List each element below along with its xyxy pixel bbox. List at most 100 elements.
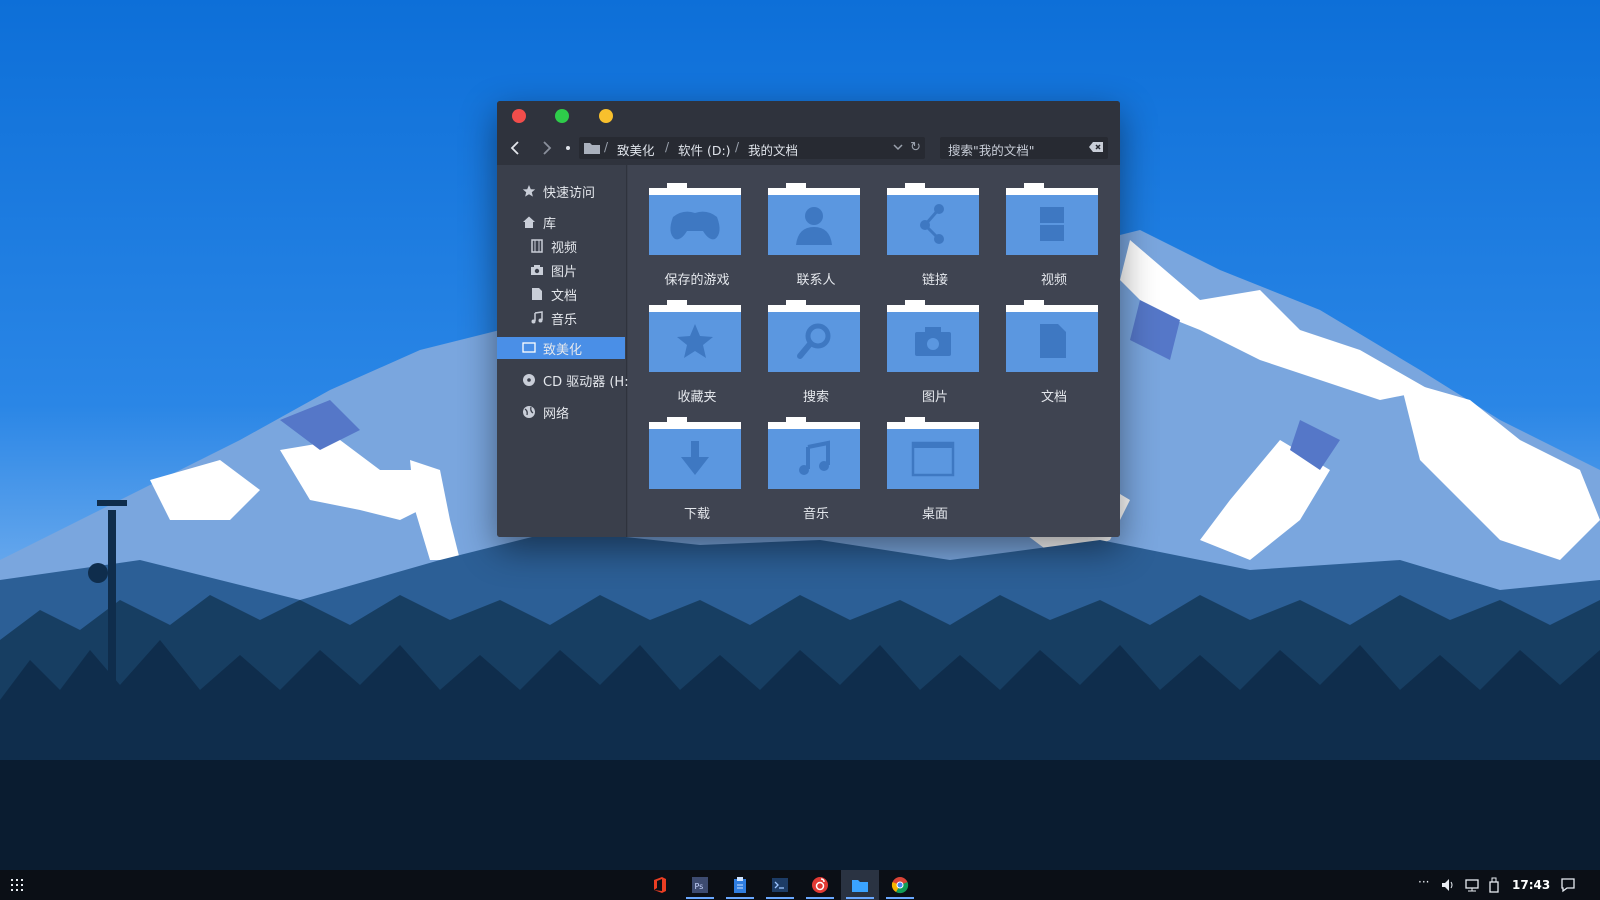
folder-label: 音乐 bbox=[802, 507, 829, 522]
sidebar-item-label: 视频 bbox=[551, 240, 578, 256]
folder-label: 保存的游戏 bbox=[664, 273, 730, 288]
volume-icon[interactable] bbox=[1440, 877, 1456, 893]
chevron-down-icon[interactable] bbox=[893, 142, 903, 152]
breadcrumb-segment[interactable]: 软件 (D:) bbox=[678, 140, 731, 159]
navigation-bar: / 致美化 / 软件 (D:) / 我的文档 ↻ 搜索"我的文档" bbox=[497, 131, 1120, 165]
path-separator: / bbox=[735, 140, 740, 154]
camera-icon bbox=[531, 265, 543, 275]
folder-icon bbox=[887, 300, 979, 372]
clipboard-icon bbox=[734, 877, 746, 893]
title-bar[interactable] bbox=[497, 101, 1120, 131]
recent-locations-dot[interactable] bbox=[566, 146, 570, 150]
music-icon bbox=[531, 311, 543, 324]
sidebar-item-label: CD 驱动器 (H:) bbox=[543, 374, 634, 390]
folder-desktop[interactable]: 桌面 bbox=[887, 417, 983, 525]
sidebar-item-videos[interactable]: 视频 bbox=[529, 235, 577, 257]
folder-icon bbox=[584, 143, 600, 154]
forward-button[interactable] bbox=[537, 138, 557, 158]
sidebar-item-documents[interactable]: 文档 bbox=[529, 283, 577, 305]
search-input[interactable]: 搜索"我的文档" bbox=[940, 137, 1108, 159]
folder-icon bbox=[649, 183, 741, 255]
folder-downloads[interactable]: 下载 bbox=[649, 417, 745, 525]
monitor-icon bbox=[522, 342, 536, 353]
folder-label: 文档 bbox=[1040, 390, 1067, 405]
tray-overflow-icon[interactable]: ··· bbox=[1418, 875, 1429, 889]
terminal-icon bbox=[772, 878, 788, 892]
folder-saved-games[interactable]: 保存的游戏 bbox=[649, 183, 745, 291]
taskbar-app-office[interactable] bbox=[641, 870, 679, 900]
network-icon[interactable] bbox=[1464, 877, 1480, 893]
film-icon bbox=[531, 239, 543, 253]
folder-icon bbox=[768, 183, 860, 255]
chevron-right-icon bbox=[543, 141, 552, 155]
folder-icon bbox=[887, 417, 979, 489]
folder-music[interactable]: 音乐 bbox=[768, 417, 864, 525]
taskbar-app-chrome[interactable] bbox=[881, 870, 919, 900]
office-icon bbox=[654, 877, 666, 893]
search-placeholder: 搜索"我的文档" bbox=[948, 143, 1035, 158]
folder-contacts[interactable]: 联系人 bbox=[768, 183, 864, 291]
breadcrumb-segment[interactable]: 我的文档 bbox=[748, 140, 798, 159]
sidebar-item-label: 文档 bbox=[551, 288, 578, 304]
folder-icon bbox=[1006, 183, 1098, 255]
address-bar[interactable]: / 致美化 / 软件 (D:) / 我的文档 ↻ bbox=[579, 137, 925, 159]
breadcrumb-segment[interactable]: 致美化 bbox=[617, 140, 655, 159]
sidebar-item-cd-drive[interactable]: CD 驱动器 (H:) bbox=[521, 369, 634, 391]
folder-documents[interactable]: 文档 bbox=[1006, 300, 1102, 408]
sidebar-item-label: 音乐 bbox=[551, 312, 578, 328]
netease-music-icon bbox=[812, 877, 828, 893]
folder-favorites[interactable]: 收藏夹 bbox=[649, 300, 745, 408]
folder-label: 搜索 bbox=[802, 390, 829, 405]
folder-grid: 保存的游戏 联系人 链接 视频 收藏夹 搜索 图片 文档 下载 音乐 桌面 bbox=[628, 165, 1120, 537]
folder-videos[interactable]: 视频 bbox=[1006, 183, 1102, 291]
document-icon bbox=[1040, 324, 1066, 358]
notification-center-icon[interactable] bbox=[1560, 877, 1576, 893]
folder-icon bbox=[649, 417, 741, 489]
start-menu-icon[interactable] bbox=[10, 878, 24, 892]
folder-pictures[interactable]: 图片 bbox=[887, 300, 983, 408]
sidebar-item-pictures[interactable]: 图片 bbox=[529, 259, 577, 281]
document-icon bbox=[532, 288, 542, 300]
sidebar-item-zhimeihua[interactable]: 致美化 bbox=[497, 337, 625, 359]
sidebar-item-quick-access[interactable]: 快速访问 bbox=[521, 180, 595, 202]
folder-label: 联系人 bbox=[796, 273, 836, 288]
folder-label: 图片 bbox=[921, 390, 948, 405]
usb-device-icon[interactable] bbox=[1488, 877, 1500, 893]
close-button[interactable] bbox=[512, 109, 526, 123]
home-icon bbox=[523, 216, 535, 228]
file-explorer-window: / 致美化 / 软件 (D:) / 我的文档 ↻ 搜索"我的文档" 快速访问 库… bbox=[497, 101, 1120, 537]
folder-links[interactable]: 链接 bbox=[887, 183, 983, 291]
sidebar-item-network[interactable]: 网络 bbox=[521, 401, 569, 423]
sidebar-item-label: 网络 bbox=[543, 406, 570, 422]
star-icon bbox=[522, 185, 536, 197]
film-icon bbox=[1040, 207, 1064, 241]
folder-label: 桌面 bbox=[921, 507, 948, 522]
photoshop-icon: Ps bbox=[692, 877, 708, 893]
folder-icon bbox=[887, 183, 979, 255]
taskbar-app-netease-music[interactable] bbox=[801, 870, 839, 900]
clock[interactable]: 17:43 bbox=[1512, 878, 1550, 892]
folder-icon bbox=[768, 300, 860, 372]
sidebar-item-label: 库 bbox=[543, 216, 557, 232]
taskbar-app-photoshop[interactable]: Ps bbox=[681, 870, 719, 900]
folder-icon bbox=[1006, 300, 1098, 372]
path-separator: / bbox=[604, 140, 609, 154]
sidebar-item-music[interactable]: 音乐 bbox=[529, 307, 577, 329]
taskbar-app-terminal[interactable] bbox=[761, 870, 799, 900]
globe-icon bbox=[523, 406, 535, 418]
refresh-icon[interactable]: ↻ bbox=[910, 140, 921, 155]
maximize-button[interactable] bbox=[555, 109, 569, 123]
sidebar-item-library[interactable]: 库 bbox=[521, 211, 556, 233]
disc-icon bbox=[523, 374, 535, 386]
minimize-button[interactable] bbox=[599, 109, 613, 123]
taskbar-app-file-explorer[interactable] bbox=[841, 870, 879, 900]
taskbar-app-clipboard[interactable] bbox=[721, 870, 759, 900]
back-button[interactable] bbox=[505, 138, 525, 158]
folder-label: 视频 bbox=[1040, 273, 1067, 288]
folder-icon bbox=[768, 417, 860, 489]
folder-label: 链接 bbox=[921, 273, 948, 288]
path-separator: / bbox=[665, 140, 670, 154]
clear-search-icon[interactable] bbox=[1088, 141, 1104, 153]
folder-searches[interactable]: 搜索 bbox=[768, 300, 864, 408]
chrome-icon bbox=[891, 877, 909, 894]
